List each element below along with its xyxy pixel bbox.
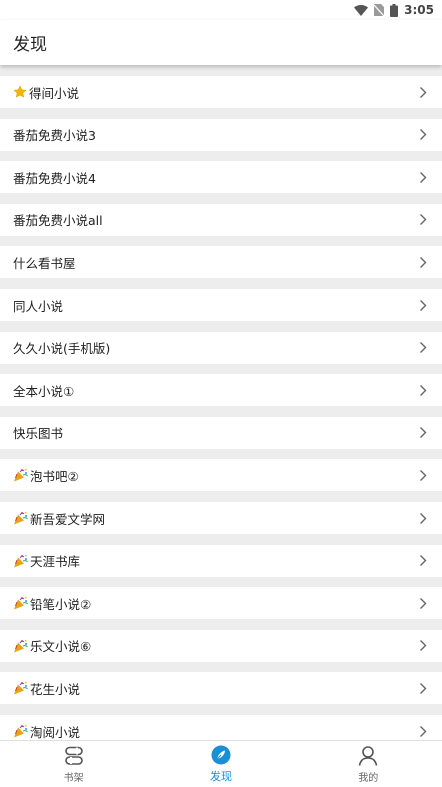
person-icon [358, 745, 378, 767]
no-sim-icon [374, 4, 385, 16]
source-name: 快乐图书 [13, 426, 64, 442]
source-name: 花生小说 [30, 681, 81, 697]
chevron-right-icon [418, 639, 428, 653]
compass-icon [211, 744, 231, 766]
source-name: 淘阅小说 [30, 724, 81, 740]
source-name: 乐文小说⑥ [30, 639, 92, 655]
nav-tab-discover[interactable]: 发现 [147, 741, 294, 787]
chevron-right-icon [418, 511, 428, 525]
source-list-item[interactable]: 什么看书屋 [0, 246, 442, 279]
star-icon [13, 85, 27, 99]
party-popper-icon [13, 511, 29, 525]
party-popper-icon [13, 554, 29, 568]
source-list-item[interactable]: 番茄免费小说3 [0, 118, 442, 151]
source-list-item[interactable]: 同人小说 [0, 289, 442, 321]
chevron-right-icon [418, 554, 428, 568]
chevron-right-icon [418, 724, 428, 738]
source-list-item[interactable]: 久久小说(手机版) [0, 331, 442, 364]
page-title: 发现 [13, 35, 47, 55]
source-name: 天涯书库 [30, 554, 81, 570]
chevron-right-icon [418, 681, 428, 695]
source-list-item[interactable]: 得间小说 [0, 76, 442, 108]
party-popper-icon [13, 724, 29, 738]
chevron-right-icon [418, 255, 428, 269]
source-list-item[interactable]: 天涯书库 [0, 544, 442, 577]
status-time: 3:05 [404, 3, 434, 17]
source-list-item[interactable]: 番茄免费小说all [0, 203, 442, 236]
chevron-right-icon [418, 341, 428, 355]
wifi-icon [354, 4, 369, 16]
nav-tab-label: 我的 [358, 772, 379, 784]
party-popper-icon [13, 468, 29, 482]
nav-tab-profile[interactable]: 我的 [295, 741, 442, 787]
source-list-item[interactable]: 乐文小说⑥ [0, 629, 442, 662]
chevron-right-icon [418, 383, 428, 397]
chevron-right-icon [418, 298, 428, 312]
status-bar: 3:05 [0, 0, 442, 20]
source-list: 得间小说番茄免费小说3 番茄免费小说4 番茄免费小说all 什么看书屋同人小说久久小说… [0, 76, 442, 740]
source-name: 全本小说① [13, 383, 75, 399]
bottom-navigation: 书架 发现 我的 [0, 740, 442, 787]
source-name: 番茄免费小说4 [13, 170, 96, 186]
source-name: 铅笔小说② [30, 596, 92, 612]
source-list-item[interactable]: 花生小说 [0, 672, 442, 705]
source-list-item[interactable]: 铅笔小说② [0, 587, 442, 620]
chevron-right-icon [418, 468, 428, 482]
party-popper-icon [13, 639, 29, 653]
source-list-item[interactable]: 全本小说① [0, 374, 442, 407]
bookshelf-icon [63, 745, 85, 767]
chevron-right-icon [418, 596, 428, 610]
source-name: 同人小说 [13, 298, 64, 314]
source-name: 什么看书屋 [13, 255, 76, 271]
source-name: 泡书吧② [30, 468, 79, 484]
app-bar: 发现 [0, 20, 442, 65]
chevron-right-icon [418, 426, 428, 440]
battery-icon [390, 3, 399, 17]
source-name: 久久小说(手机版) [13, 341, 111, 357]
chevron-right-icon [418, 170, 428, 184]
chevron-right-icon [418, 213, 428, 227]
chevron-right-icon [418, 85, 428, 99]
party-popper-icon [13, 596, 29, 610]
source-list-item[interactable]: 泡书吧② [0, 459, 442, 492]
nav-tab-label: 书架 [63, 772, 84, 784]
nav-tab-bookshelf[interactable]: 书架 [0, 741, 147, 787]
source-name: 得间小说 [29, 85, 80, 101]
source-list-item[interactable]: 番茄免费小说4 [0, 161, 442, 194]
source-list-item[interactable]: 淘阅小说 [0, 715, 442, 740]
source-name: 番茄免费小说3 [13, 128, 96, 144]
nav-tab-label: 发现 [209, 770, 232, 783]
party-popper-icon [13, 681, 29, 695]
source-list-item[interactable]: 新吾爱文学网 [0, 502, 442, 534]
chevron-right-icon [418, 128, 428, 142]
source-list-item[interactable]: 快乐图书 [0, 416, 442, 449]
source-name: 番茄免费小说all [13, 213, 103, 229]
source-name: 新吾爱文学网 [30, 511, 106, 527]
